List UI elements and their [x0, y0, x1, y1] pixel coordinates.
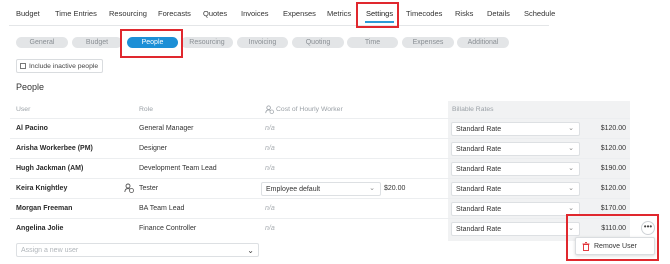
header-cost: Cost of Hourly Worker [276, 106, 343, 113]
rate-select[interactable]: Standard Rate ⌄ [451, 202, 580, 216]
chevron-down-icon: ⌄ [568, 125, 574, 132]
rate-select-value: Standard Rate [456, 126, 502, 133]
subtab-expenses[interactable]: Expenses [402, 37, 454, 48]
subtab-quoting[interactable]: Quoting [292, 37, 344, 48]
rate-select-value: Standard Rate [456, 186, 502, 193]
chevron-down-icon: ⌄ [247, 246, 254, 255]
chevron-down-icon: ⌄ [568, 185, 574, 192]
subtab-resourcing[interactable]: Resourcing [181, 37, 233, 48]
rate-amount: $170.00 [600, 205, 626, 212]
rate-select[interactable]: Standard Rate ⌄ [451, 122, 580, 136]
rate-select[interactable]: Standard Rate ⌄ [451, 182, 580, 196]
rate-amount: $120.00 [600, 145, 626, 152]
cost-amount: $20.00 [384, 185, 406, 192]
user-name: Al Pacino [16, 125, 48, 132]
include-inactive-checkbox[interactable] [20, 63, 26, 69]
user-name: Hugh Jackman (AM) [16, 165, 84, 172]
include-inactive-toggle[interactable]: Include inactive people [16, 59, 103, 73]
settings-tab-highlight [356, 2, 399, 28]
rate-select-value: Standard Rate [456, 206, 502, 213]
rate-amount: $120.00 [600, 185, 626, 192]
tab-details[interactable]: Details [487, 9, 510, 19]
assign-user-placeholder: Assign a new user [21, 247, 79, 254]
user-role: Tester [139, 185, 159, 192]
tab-metrics[interactable]: Metrics [327, 9, 351, 19]
header-billable-rates: Billable Rates [452, 106, 494, 113]
tab-expenses[interactable]: Expenses [283, 9, 316, 19]
user-role: Designer [139, 145, 168, 152]
user-role: BA Team Lead [139, 205, 185, 212]
subtab-invoicing[interactable]: Invoicing [237, 37, 288, 48]
tab-quotes[interactable]: Quotes [203, 9, 227, 19]
tab-timecodes[interactable]: Timecodes [406, 9, 442, 19]
user-role: Development Team Lead [139, 165, 217, 172]
rate-select[interactable]: Standard Rate ⌄ [451, 222, 580, 236]
chevron-down-icon: ⌄ [369, 185, 375, 192]
cost-value: n/a [265, 125, 275, 132]
tab-divider [9, 25, 549, 26]
table-row: Morgan Freeman BA Team Lead n/a Standard… [10, 198, 630, 218]
header-role: Role [139, 106, 153, 113]
tab-time-entries[interactable]: Time Entries [55, 9, 97, 19]
tab-schedule[interactable]: Schedule [524, 9, 555, 19]
user-role: General Manager [139, 125, 194, 132]
cost-select[interactable]: Employee default ⌄ [261, 182, 381, 196]
subtab-budget[interactable]: Budget [72, 37, 122, 48]
chevron-down-icon: ⌄ [568, 145, 574, 152]
rate-select-value: Standard Rate [456, 226, 502, 233]
assign-user-select[interactable]: Assign a new user ⌄ [16, 243, 259, 257]
include-inactive-label: Include inactive people [29, 63, 99, 70]
rate-amount: $120.00 [600, 125, 626, 132]
rate-select[interactable]: Standard Rate ⌄ [451, 162, 580, 176]
chevron-down-icon: ⌄ [568, 205, 574, 212]
subtab-time[interactable]: Time [347, 37, 398, 48]
rate-select-value: Standard Rate [456, 146, 502, 153]
cost-value: n/a [265, 225, 275, 232]
user-name: Keira Knightley [16, 185, 68, 192]
table-row: Arisha Workerbee (PM) Designer n/a Stand… [10, 138, 630, 158]
rate-amount: $190.00 [600, 165, 626, 172]
chevron-down-icon: ⌄ [568, 165, 574, 172]
table-header: User Role Cost of Hourly Worker Billable… [0, 101, 670, 117]
cost-value: n/a [265, 205, 275, 212]
user-name: Arisha Workerbee (PM) [16, 145, 93, 152]
subtab-additional[interactable]: Additional [457, 37, 509, 48]
tab-invoices[interactable]: Invoices [241, 9, 269, 19]
remove-user-highlight [566, 214, 659, 261]
tab-budget[interactable]: Budget [16, 9, 40, 19]
people-tab-highlight [120, 29, 183, 58]
page-title: People [16, 82, 45, 92]
user-name: Morgan Freeman [16, 205, 73, 212]
user-name: Angelina Jolie [16, 225, 64, 232]
hourly-worker-icon [265, 105, 274, 114]
hourly-worker-icon [124, 183, 134, 193]
table-row: Angelina Jolie Finance Controller n/a St… [10, 218, 630, 238]
cost-value: n/a [265, 165, 275, 172]
table-row: Al Pacino General Manager n/a Standard R… [10, 118, 630, 138]
rate-select[interactable]: Standard Rate ⌄ [451, 142, 580, 156]
table-row: Hugh Jackman (AM) Development Team Lead … [10, 158, 630, 178]
cost-select-value: Employee default [266, 186, 321, 193]
user-role: Finance Controller [139, 225, 197, 232]
rate-select-value: Standard Rate [456, 166, 502, 173]
header-user: User [16, 106, 31, 113]
tab-forecasts[interactable]: Forecasts [158, 9, 191, 19]
tab-resourcing[interactable]: Resourcing [109, 9, 147, 19]
table-row: Keira Knightley Tester Employee default … [10, 178, 630, 198]
cost-value: n/a [265, 145, 275, 152]
subtab-general[interactable]: General [16, 37, 68, 48]
tab-risks[interactable]: Risks [455, 9, 473, 19]
